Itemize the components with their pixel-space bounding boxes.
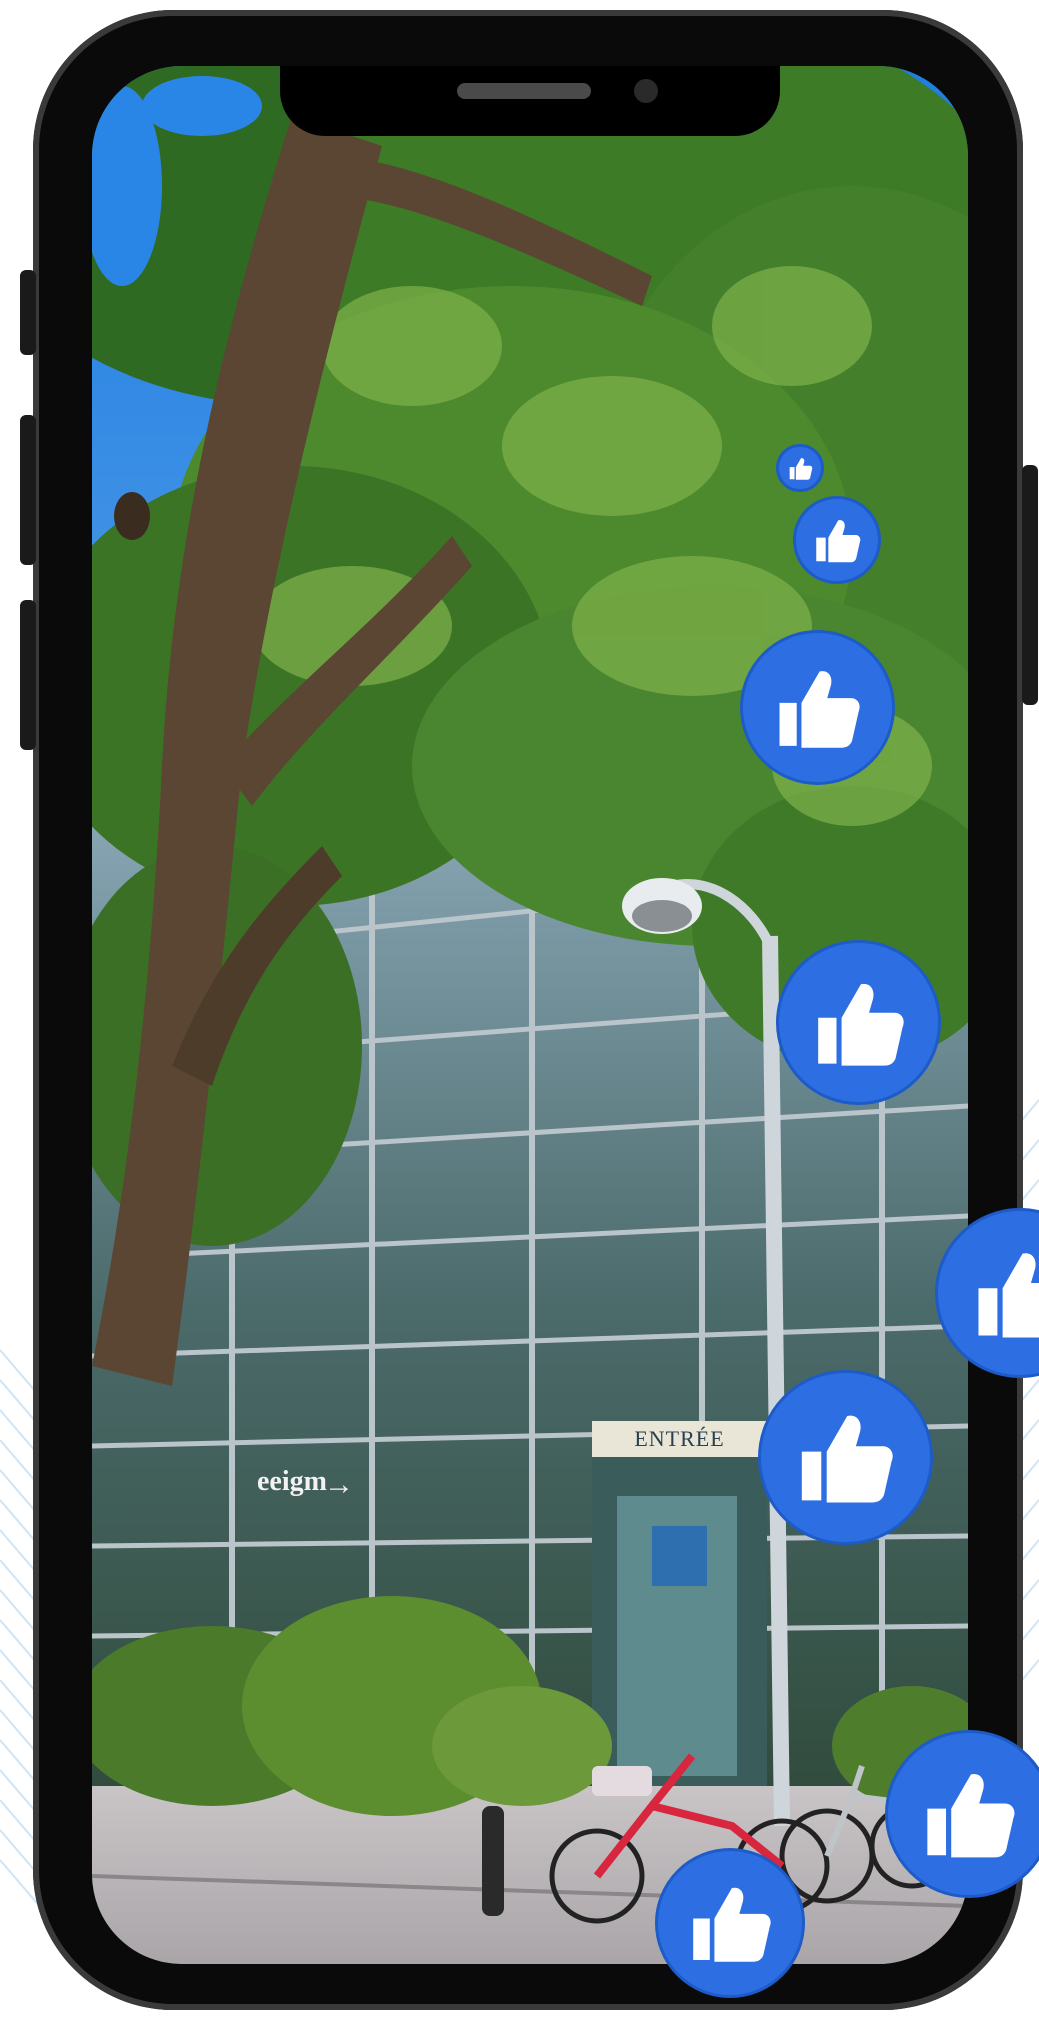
building-sign: eeigm [257,1466,327,1497]
thumbs-up-icon [758,1370,933,1545]
power-button [1022,465,1038,705]
page: ENTRÉE eeigm → [0,0,1039,2017]
thumbs-up-icon [740,630,895,785]
thumbs-up-icon [776,444,824,492]
thumbs-up-icon [885,1730,1039,1898]
speaker-grille [457,83,591,99]
mute-switch [20,270,36,355]
thumbs-up-icon [655,1848,805,1998]
front-camera [634,79,658,103]
volume-down-button [20,600,36,750]
volume-up-button [20,415,36,565]
thumbs-up-icon [776,940,941,1105]
phone-notch [280,66,780,136]
thumbs-up-icon [793,496,881,584]
entrance-sign: ENTRÉE [592,1421,767,1457]
arrow-icon: → [324,1468,354,1501]
